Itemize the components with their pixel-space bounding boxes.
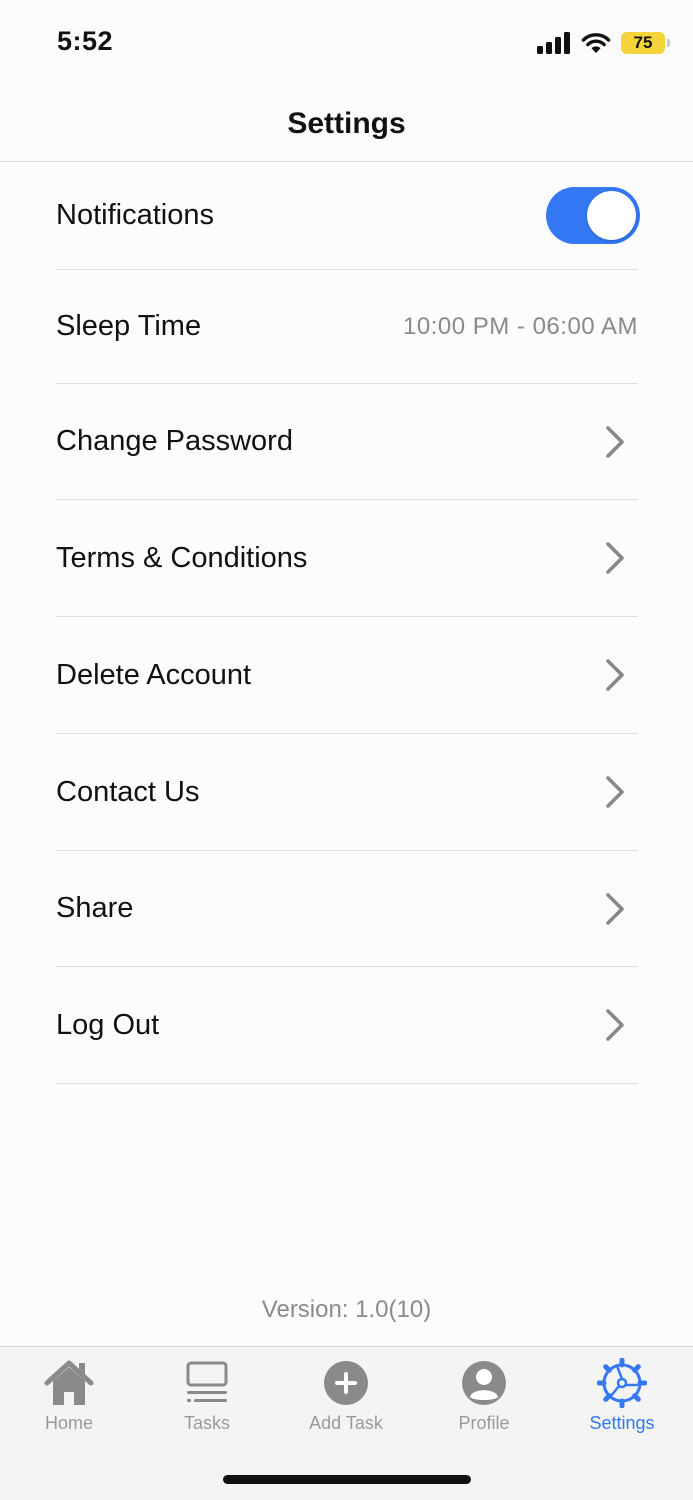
contact-us-label: Contact Us (56, 775, 200, 808)
terms-conditions-row[interactable]: Terms & Conditions (56, 500, 638, 617)
chevron-right-icon (602, 424, 628, 460)
log-out-row[interactable]: Log Out (56, 967, 638, 1084)
nav-header: Settings (0, 86, 693, 162)
settings-gear-icon (596, 1357, 648, 1409)
app-version: Version: 1.0(10) (261, 1296, 432, 1323)
delete-account-label: Delete Account (56, 658, 252, 691)
tab-label: Home (44, 1413, 93, 1433)
notifications-label: Notifications (56, 199, 214, 231)
chevron-right-icon (602, 1007, 628, 1043)
share-row[interactable]: Share (56, 851, 638, 967)
settings-list: Notifications Sleep Time 10:00 PM - 06:0… (0, 162, 693, 1084)
status-time: 5:52 (57, 26, 114, 56)
tab-add-task[interactable]: Add Task (277, 1357, 415, 1434)
status-bar: 5:52 75 (0, 0, 693, 86)
chevron-right-icon (602, 657, 628, 693)
delete-account-row[interactable]: Delete Account (56, 617, 638, 734)
sleep-time-row[interactable]: Sleep Time 10:00 PM - 06:00 AM (56, 270, 638, 384)
battery-indicator: 75 (621, 32, 670, 54)
change-password-label: Change Password (56, 425, 293, 457)
toggle-knob (587, 191, 636, 240)
sleep-time-label: Sleep Time (56, 310, 202, 342)
home-icon (43, 1357, 95, 1409)
chevron-right-icon (602, 540, 628, 576)
cellular-signal-icon (537, 32, 570, 54)
tab-label: Profile (458, 1413, 510, 1433)
chevron-right-icon (602, 891, 628, 927)
sleep-time-value: 10:00 PM - 06:00 AM (403, 312, 638, 340)
notifications-toggle[interactable] (546, 187, 640, 244)
tab-label: Tasks (183, 1413, 230, 1433)
home-indicator[interactable] (223, 1475, 471, 1484)
tasks-icon (181, 1357, 233, 1409)
add-circle-icon (320, 1357, 372, 1409)
status-icons: 75 (537, 30, 670, 56)
log-out-label: Log Out (56, 1008, 160, 1041)
change-password-row[interactable]: Change Password (56, 384, 638, 500)
tab-label: Add Task (309, 1413, 383, 1433)
share-label: Share (56, 892, 134, 924)
terms-conditions-label: Terms & Conditions (56, 541, 308, 574)
wifi-icon (581, 33, 611, 53)
tab-settings[interactable]: Settings (553, 1357, 691, 1434)
tab-tasks[interactable]: Tasks (138, 1357, 276, 1434)
profile-icon (458, 1357, 510, 1409)
battery-level: 75 (633, 33, 653, 52)
page-title: Settings (287, 106, 406, 140)
tab-home[interactable]: Home (0, 1357, 138, 1434)
contact-us-row[interactable]: Contact Us (56, 734, 638, 851)
chevron-right-icon (602, 774, 628, 810)
tab-label: Settings (589, 1413, 655, 1433)
notifications-row: Notifications (56, 162, 640, 270)
tab-profile[interactable]: Profile (415, 1357, 553, 1434)
